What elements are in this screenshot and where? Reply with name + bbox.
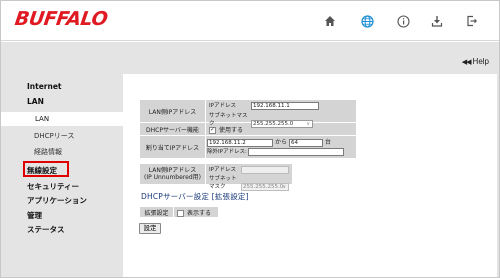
extended-checkbox[interactable] — [177, 209, 184, 217]
home-icon[interactable] — [320, 11, 340, 31]
chevron-down-icon: ∨ — [306, 120, 310, 127]
download-icon[interactable] — [427, 11, 447, 31]
dhcp-server-checkbox-label: 使用する — [219, 126, 244, 134]
extended-label: 拡張設定 — [139, 206, 174, 218]
double-arrow-left-icon: ◀◀ — [461, 59, 472, 66]
unnumbered-subnet-label: サブネットマスク — [209, 176, 237, 190]
unnumbered-label: LAN側IPアドレス (IP Unnumbered用) — [139, 163, 206, 185]
assign-count-input[interactable]: 64 — [289, 138, 324, 147]
sidebar-subitem-route[interactable]: 経路情報 — [34, 147, 62, 157]
sidebar-item-status[interactable]: ステータス — [27, 224, 65, 235]
assign-start-input[interactable]: 192.168.11.2 — [207, 138, 273, 147]
logout-icon[interactable] — [462, 11, 482, 31]
submit-button[interactable]: 設定 — [139, 223, 161, 234]
lan-ip-label: LAN側IPアドレス — [139, 99, 206, 123]
ip-address-input[interactable]: 192.168.11.1 — [251, 101, 319, 110]
sidebar-subitem-lan[interactable]: LAN — [35, 115, 49, 123]
assign-unit-label: 台 — [325, 139, 332, 146]
sidebar-item-admin[interactable]: 管理 — [27, 210, 42, 221]
extended-checkbox-label: 表示する — [187, 209, 212, 217]
unnumbered-subnet-select[interactable]: 255.255.255.0 ∨ — [241, 182, 289, 191]
unnumbered-table: LAN側IPアドレス (IP Unnumbered用) IPアドレス サブネット… — [139, 163, 293, 191]
extended-settings-table: 拡張設定 表示する — [139, 206, 219, 218]
dhcp-server-checkbox[interactable] — [209, 126, 216, 134]
exclude-ip-input[interactable] — [248, 147, 344, 156]
assign-ip-label: 割り当てIPアドレス — [139, 135, 206, 159]
exclude-ip-label: 除外IPアドレス: — [207, 149, 247, 155]
help-label: Help — [472, 57, 489, 66]
chevron-down-icon: ∨ — [282, 183, 286, 190]
unnumbered-subnet-value: 255.255.255.0 — [243, 183, 284, 190]
ip-address-label: IPアドレス — [209, 103, 236, 109]
unnumbered-label-line2: (IP Unnumbered用) — [144, 174, 201, 181]
sidebar-item-security[interactable]: セキュリティー — [27, 181, 79, 192]
sidebar-item-internet[interactable]: Internet — [27, 82, 62, 91]
subnet-mask-value: 255.255.255.0 — [253, 120, 294, 127]
unnumbered-label-line1: LAN側IPアドレス — [148, 167, 197, 174]
top-header: BUFFALO — [1, 1, 499, 41]
sidebar-item-lan[interactable]: LAN — [27, 97, 44, 106]
highlight-box — [23, 161, 69, 177]
assign-from-label: から — [275, 139, 288, 146]
sidebar-item-lan-selected[interactable] — [1, 112, 123, 126]
unnumbered-ip-label: IPアドレス — [209, 167, 236, 173]
dhcp-extended-title[interactable]: DHCPサーバー設定 [拡張設定] — [141, 191, 249, 202]
router-admin-page: BUFFALO ◀◀ Help Internet LAN LAN DHCPリース … — [0, 0, 500, 278]
subnet-mask-select[interactable]: 255.255.255.0 ∨ — [251, 119, 313, 128]
help-link[interactable]: ◀◀ Help — [462, 57, 489, 66]
buffalo-logo[interactable]: BUFFALO — [13, 8, 108, 30]
globe-icon[interactable] — [357, 11, 377, 31]
unnumbered-ip-input[interactable] — [241, 165, 289, 174]
sidebar-item-application[interactable]: アプリケーション — [27, 195, 87, 206]
sidebar-subitem-dhcp-lease[interactable]: DHCPリース — [34, 131, 74, 141]
info-icon[interactable] — [393, 11, 413, 31]
lan-settings-table: LAN側IPアドレス IPアドレス192.168.11.1 サブネットマスク25… — [139, 99, 357, 159]
dhcp-server-label: DHCPサーバー機能 — [139, 122, 206, 136]
